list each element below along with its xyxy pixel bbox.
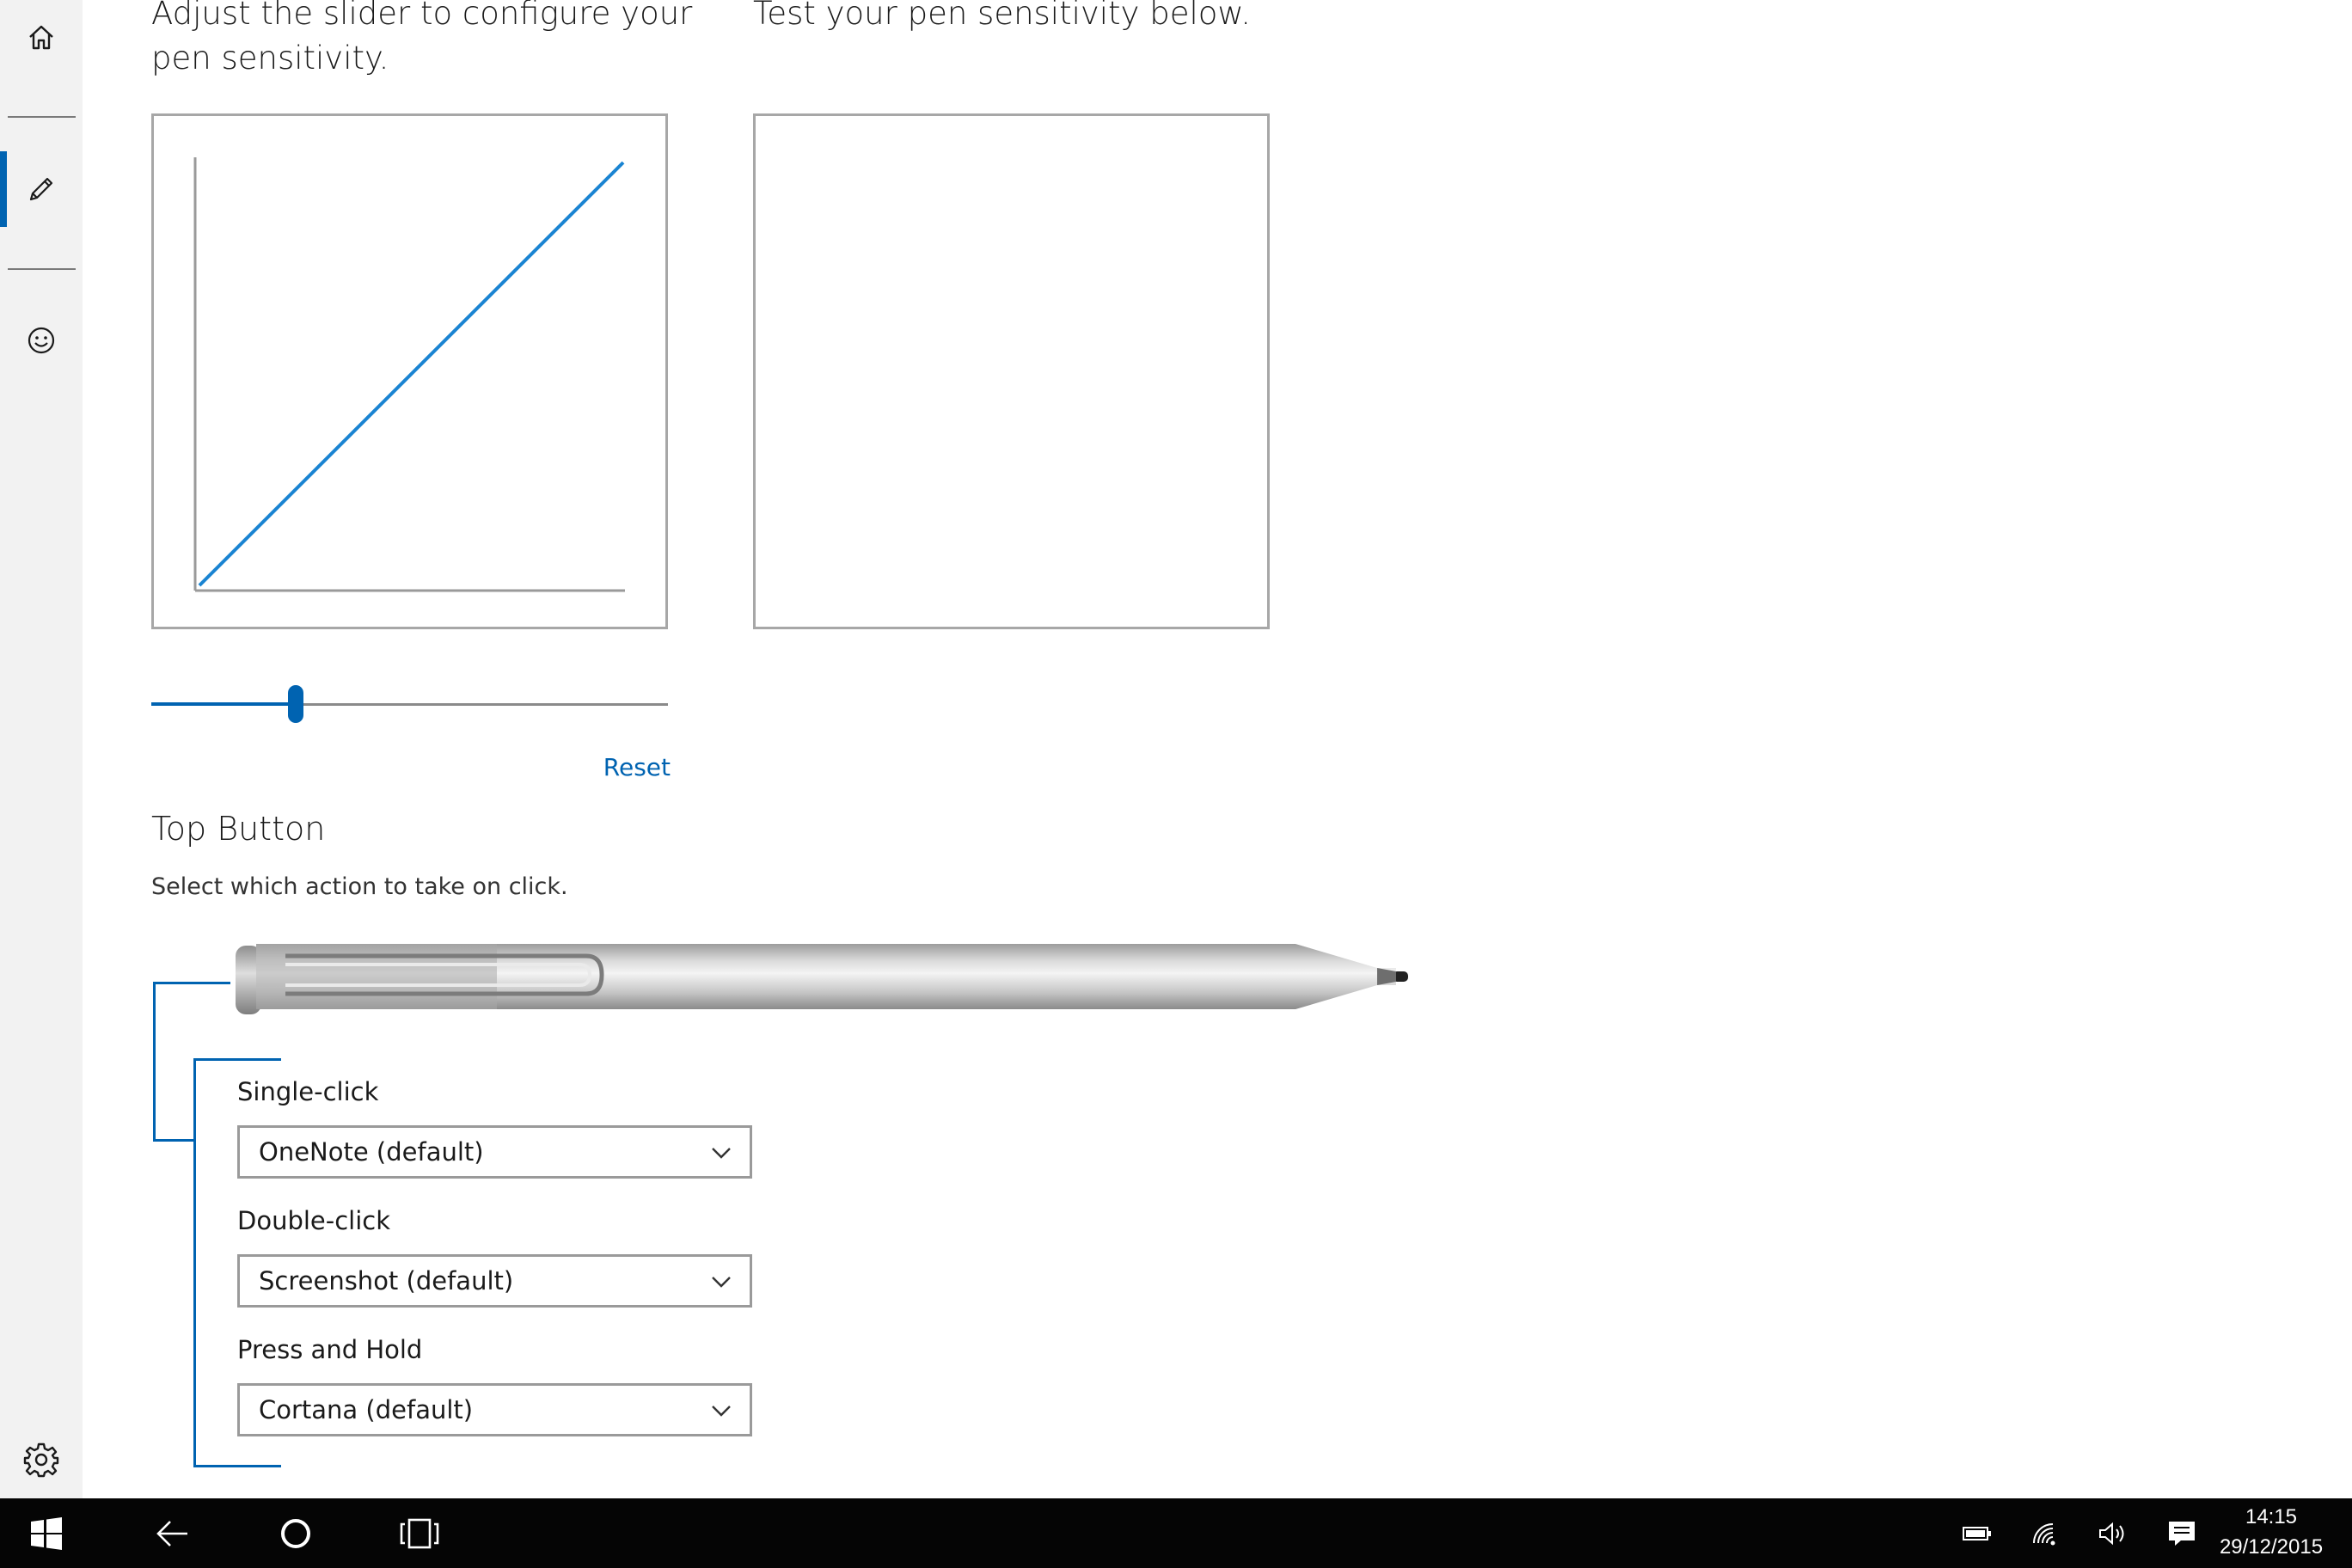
clock-date: 29/12/2015 (2219, 1535, 2324, 1559)
reset-link[interactable]: Reset (585, 753, 671, 781)
action-center-button[interactable] (2156, 1498, 2208, 1568)
task-view-icon (400, 1518, 439, 1548)
bracket-line (193, 1058, 281, 1061)
press-hold-dropdown[interactable]: Cortana (default) (237, 1383, 752, 1436)
bracket-line (193, 1058, 196, 1467)
single-click-value: OneNote (default) (259, 1137, 484, 1167)
single-click-label: Single-click (237, 1077, 379, 1106)
double-click-label: Double-click (237, 1206, 391, 1235)
gear-icon (23, 1442, 59, 1478)
chevron-down-icon (712, 1277, 731, 1288)
settings-button[interactable] (17, 1436, 65, 1484)
start-button[interactable] (5, 1498, 88, 1568)
chevron-down-icon (712, 1148, 731, 1159)
nav-divider (8, 116, 76, 118)
nav-divider (8, 268, 76, 270)
bracket-line (153, 982, 230, 984)
chevron-down-icon (712, 1406, 731, 1417)
pressure-curve-panel (151, 113, 668, 629)
nav-feedback-button[interactable] (0, 303, 83, 378)
back-button[interactable] (131, 1498, 213, 1568)
battery-button[interactable] (1951, 1498, 2003, 1568)
sensitivity-slider[interactable] (151, 683, 668, 726)
double-click-value: Screenshot (default) (259, 1266, 514, 1295)
press-hold-label: Press and Hold (237, 1335, 423, 1364)
bracket-line (193, 1465, 281, 1467)
volume-icon (2099, 1522, 2124, 1545)
surface-pen-illustration (236, 944, 1408, 1014)
back-arrow-icon (156, 1520, 187, 1547)
clock[interactable]: 14:15 29/12/2015 (2202, 1502, 2340, 1562)
windows-logo-icon (31, 1516, 62, 1550)
slider-track-filled (151, 702, 288, 706)
nav-pen-button[interactable] (0, 151, 83, 227)
task-view-button[interactable] (378, 1498, 461, 1568)
network-button[interactable] (2020, 1498, 2072, 1568)
sensitivity-heading: Adjust the slider to configure your pen … (151, 0, 693, 77)
top-button-description: Select which action to take on click. (151, 873, 568, 900)
volume-button[interactable] (2087, 1498, 2139, 1568)
nav-home-button[interactable] (0, 0, 83, 76)
home-icon (29, 25, 53, 50)
double-click-dropdown[interactable]: Screenshot (default) (237, 1254, 752, 1308)
action-center-icon (2169, 1521, 2195, 1546)
top-button-title: Top Button (151, 810, 326, 848)
single-click-dropdown[interactable]: OneNote (default) (237, 1125, 752, 1179)
nav-rail (0, 0, 83, 1498)
wifi-icon (2033, 1522, 2055, 1545)
clock-time: 14:15 (2245, 1505, 2298, 1528)
pen-test-canvas[interactable] (753, 113, 1270, 629)
press-hold-value: Cortana (default) (259, 1395, 474, 1424)
smiley-icon (28, 327, 55, 354)
test-heading: Test your pen sensitivity below. (753, 0, 1252, 32)
cortana-circle-icon (281, 1518, 310, 1548)
battery-icon (1963, 1526, 1991, 1540)
pressure-curve-graph (193, 157, 625, 592)
pressure-curve-line (198, 161, 625, 587)
pen-icon (29, 177, 53, 201)
taskbar: 14:15 29/12/2015 (0, 1498, 2352, 1568)
bracket-line (153, 1139, 196, 1142)
cortana-button[interactable] (254, 1498, 337, 1568)
slider-track-empty (303, 703, 668, 706)
slider-thumb[interactable] (288, 685, 303, 723)
bracket-line (153, 982, 156, 1142)
